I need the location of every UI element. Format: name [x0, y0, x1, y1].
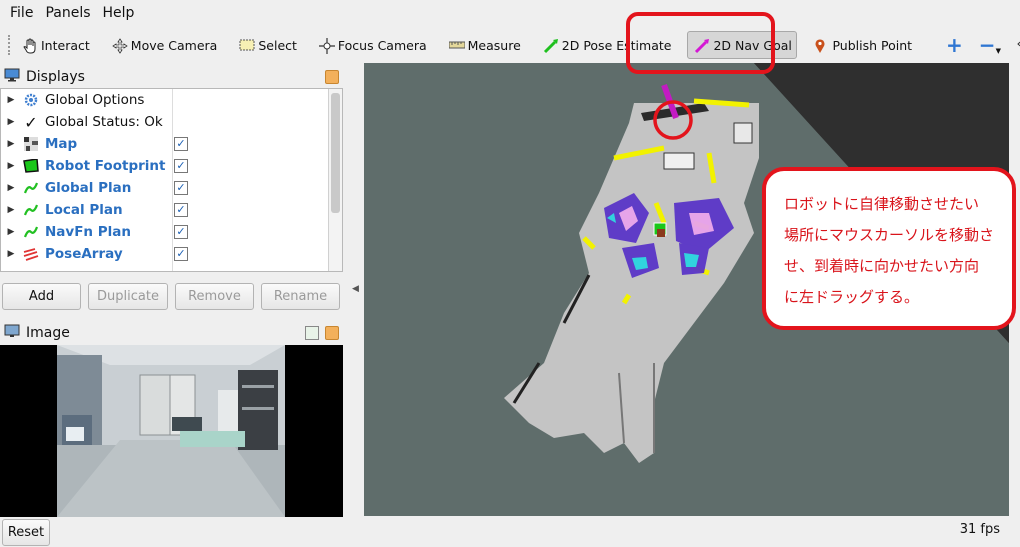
tree-row-map[interactable]: ▶ Map ✓: [1, 133, 342, 155]
tree-label: Local Plan: [45, 202, 123, 218]
add-tool-button[interactable]: +: [940, 31, 969, 59]
tree-row-global-plan[interactable]: ▶ Global Plan ✓: [1, 177, 342, 199]
tree-label: Global Options: [45, 92, 145, 108]
image-panel: Image: [0, 322, 343, 517]
publish-point-tool[interactable]: Publish Point: [807, 31, 918, 59]
local-plan-checkbox[interactable]: ✓: [174, 203, 188, 217]
check-icon: ✓: [24, 112, 38, 132]
focus-camera-tool[interactable]: Focus Camera: [313, 31, 433, 59]
select-label: Select: [258, 37, 297, 53]
view-options-button[interactable]: ▼: [1011, 31, 1020, 59]
undock-icon[interactable]: [305, 326, 319, 340]
expand-arrow-icon[interactable]: ▶: [3, 227, 19, 237]
select-tool[interactable]: Select: [233, 31, 303, 59]
robot-footprint-checkbox[interactable]: ✓: [174, 159, 188, 173]
tree-label: PoseArray: [45, 246, 123, 262]
duplicate-button[interactable]: Duplicate: [88, 283, 168, 310]
polygon-icon: [23, 158, 39, 174]
measure-tool[interactable]: Measure: [443, 31, 527, 59]
image-header: Image: [0, 322, 343, 344]
tree-row-global-status[interactable]: ▶ ✓ Global Status: Ok: [1, 111, 342, 133]
expand-arrow-icon[interactable]: ▶: [3, 161, 19, 171]
image-title: Image: [26, 325, 70, 341]
map-checkbox[interactable]: ✓: [174, 137, 188, 151]
path-icon: [23, 202, 39, 218]
global-plan-checkbox[interactable]: ✓: [174, 181, 188, 195]
interact-label: Interact: [41, 37, 90, 53]
path-icon: [23, 180, 39, 196]
remove-button[interactable]: Remove: [175, 283, 254, 310]
callout-line: 場所にマウスカーソルを移動さ: [784, 226, 995, 244]
displays-scrollbar[interactable]: [328, 89, 342, 271]
menu-help[interactable]: Help: [97, 5, 141, 21]
instruction-callout: ロボットに自律移動させたい 場所にマウスカーソルを移動さ せ、到着時に向かせたい…: [762, 167, 1016, 330]
plus-icon: +: [946, 33, 963, 57]
green-arrow-icon: [543, 38, 559, 54]
displays-tree: ▶ Global Options ▶ ✓ Global Status: Ok ▶…: [0, 88, 343, 272]
add-button[interactable]: Add: [2, 283, 81, 310]
tree-row-robot-footprint[interactable]: ▶ Robot Footprint ✓: [1, 155, 342, 177]
monitor-icon: [4, 68, 20, 86]
displays-header: Displays: [0, 66, 343, 88]
tree-row-local-plan[interactable]: ▶ Local Plan ✓: [1, 199, 342, 221]
tree-label: Map: [45, 136, 78, 152]
status-bar: Reset: [0, 518, 1020, 547]
menu-file[interactable]: File: [4, 5, 39, 21]
interact-tool[interactable]: Interact: [16, 31, 96, 59]
ruler-icon: [448, 38, 466, 52]
expand-arrow-icon[interactable]: ▶: [3, 183, 19, 193]
camera-image: [0, 345, 343, 517]
expand-arrow-icon[interactable]: ▶: [3, 139, 19, 149]
displays-buttons: Add Duplicate Remove Rename: [2, 283, 347, 310]
callout-line: に左ドラッグする。: [784, 288, 920, 306]
hand-icon: [22, 38, 38, 54]
map-pin-icon: [813, 38, 829, 53]
move-camera-icon: [112, 38, 128, 54]
rename-button[interactable]: Rename: [261, 283, 340, 310]
tree-label: Global Status: Ok: [45, 114, 163, 130]
fps-readout: 31 fps: [959, 522, 1000, 537]
tree-row-navfn-plan[interactable]: ▶ NavFn Plan ✓: [1, 221, 342, 243]
minus-icon: −: [978, 33, 996, 57]
focus-camera-label: Focus Camera: [337, 37, 427, 53]
menu-bar: File Panels Help: [0, 0, 1020, 26]
tree-label: Global Plan: [45, 180, 132, 196]
posearray-checkbox[interactable]: ✓: [174, 247, 188, 261]
map-icon: [23, 136, 39, 152]
tree-label: Robot Footprint: [45, 158, 166, 174]
callout-line: ロボットに自律移動させたい: [784, 195, 980, 213]
expand-arrow-icon[interactable]: ▶: [3, 249, 19, 259]
image-icon: [4, 324, 20, 342]
tree-label: NavFn Plan: [45, 224, 131, 240]
publish-point-label: Publish Point: [832, 37, 913, 53]
toolbar-grip[interactable]: [8, 35, 10, 55]
close-icon[interactable]: [325, 70, 339, 84]
tree-row-global-options[interactable]: ▶ Global Options: [1, 89, 342, 111]
callout-line: せ、到着時に向かせたい方向: [784, 257, 980, 275]
expand-arrow-icon[interactable]: ▶: [3, 117, 19, 127]
close-icon[interactable]: [325, 326, 339, 340]
expand-arrow-icon[interactable]: ▶: [3, 205, 19, 215]
displays-title: Displays: [26, 69, 85, 85]
expand-arrow-icon[interactable]: ▶: [3, 95, 19, 105]
measure-label: Measure: [467, 37, 521, 53]
menu-panels[interactable]: Panels: [39, 5, 96, 21]
navfn-plan-checkbox[interactable]: ✓: [174, 225, 188, 239]
chevron-down-icon: ▼: [995, 47, 1001, 55]
tool-bar: Interact Move Camera Select Focus Camera…: [0, 28, 1020, 62]
move-camera-tool[interactable]: Move Camera: [106, 31, 224, 59]
splitter-collapse-icon[interactable]: ◀: [352, 284, 359, 294]
remove-tool-button[interactable]: − ▼: [973, 31, 1007, 59]
nav-goal-highlight: [626, 12, 775, 74]
reset-button[interactable]: Reset: [2, 519, 50, 546]
gear-icon: [23, 92, 39, 108]
move-camera-label: Move Camera: [130, 37, 218, 53]
focus-camera-icon: [318, 38, 335, 54]
tree-row-posearray[interactable]: ▶ PoseArray ✓: [1, 243, 342, 265]
displays-panel: Displays ▶ Global Options ▶ ✓ Global Sta…: [0, 66, 343, 316]
path-icon: [23, 224, 39, 240]
posearray-icon: [23, 246, 39, 262]
scrollbar-thumb[interactable]: [331, 93, 340, 213]
select-icon: [239, 38, 255, 52]
